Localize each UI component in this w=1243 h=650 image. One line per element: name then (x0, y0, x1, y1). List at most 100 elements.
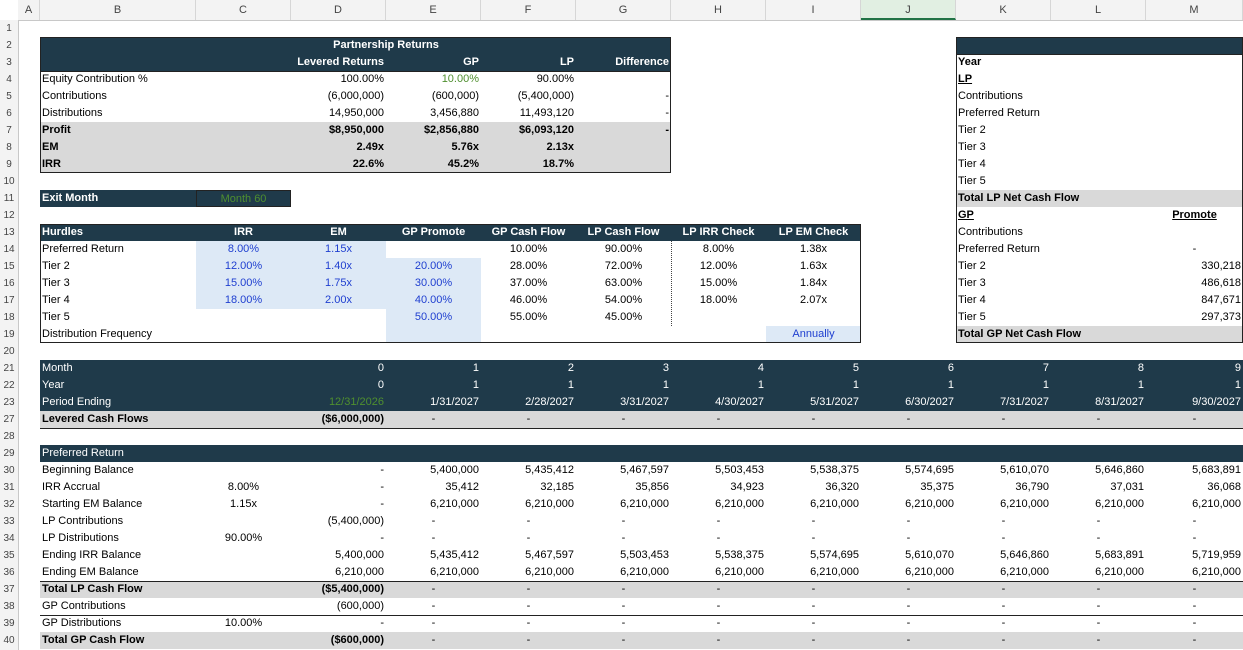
pref-value[interactable]: - (291, 615, 386, 632)
pref-value[interactable]: - (671, 632, 766, 649)
timeline-month[interactable]: 4 (671, 360, 766, 377)
pref-row-rate[interactable] (196, 547, 291, 564)
pref-value[interactable]: 6,210,000 (861, 496, 956, 513)
timeline-year[interactable]: 1 (1146, 377, 1243, 394)
timeline-month[interactable]: 9 (1146, 360, 1243, 377)
partnership-levered-value[interactable]: $8,950,000 (291, 122, 386, 139)
row-header-19[interactable]: 19 (0, 326, 18, 343)
row-header-17[interactable]: 17 (0, 292, 18, 309)
row-header-13[interactable]: 13 (0, 224, 18, 241)
levered-cash-flow-value[interactable]: - (576, 411, 671, 428)
timeline-year[interactable]: 1 (386, 377, 481, 394)
pref-row-rate[interactable]: 90.00% (196, 530, 291, 547)
partnership-row-label[interactable]: IRR (40, 156, 291, 173)
timeline-period-ending[interactable]: 2/28/2027 (481, 394, 576, 411)
pref-value[interactable]: 5,719,959 (1146, 547, 1243, 564)
exit-month-input[interactable]: Month 60 (196, 190, 291, 207)
row-header-28[interactable]: 28 (0, 428, 18, 445)
pref-value[interactable]: 5,574,695 (766, 547, 861, 564)
column-header-g[interactable]: G (576, 0, 671, 20)
hurdle-em-input[interactable]: 2.00x (291, 292, 386, 309)
pref-value[interactable]: 6,210,000 (956, 564, 1051, 581)
partnership-row-label[interactable]: Equity Contribution % (40, 71, 291, 88)
hurdle-lp-cash-flow[interactable]: 45.00% (576, 309, 671, 326)
row-header-32[interactable]: 32 (0, 496, 18, 513)
timeline-period-ending[interactable]: 6/30/2027 (861, 394, 956, 411)
hurdle-irr-input[interactable]: 12.00% (196, 258, 291, 275)
pref-value[interactable]: - (1051, 530, 1146, 547)
pref-value[interactable]: - (861, 513, 956, 530)
partnership-diff-value[interactable]: - (576, 122, 671, 139)
partnership-levered-value[interactable]: 100.00% (291, 71, 386, 88)
pref-value[interactable]: 35,856 (576, 479, 671, 496)
hurdle-lp-cash-flow[interactable]: 63.00% (576, 275, 671, 292)
timeline-period-ending[interactable]: 4/30/2027 (671, 394, 766, 411)
row-header-18[interactable]: 18 (0, 309, 18, 326)
pref-value[interactable]: - (1146, 581, 1243, 598)
pref-value[interactable]: 6,210,000 (861, 564, 956, 581)
pref-value[interactable]: 6,210,000 (576, 564, 671, 581)
hurdle-lp-em-check[interactable]: 1.63x (766, 258, 861, 275)
hurdle-lp-em-check[interactable]: 2.07x (766, 292, 861, 309)
timeline-month[interactable]: 5 (766, 360, 861, 377)
hurdle-promote-input[interactable]: 50.00% (386, 309, 481, 326)
pref-value[interactable]: - (481, 581, 576, 598)
pref-value[interactable]: - (386, 632, 481, 649)
partnership-lp-value[interactable]: 2.13x (481, 139, 576, 156)
pref-value[interactable]: - (861, 581, 956, 598)
column-header-h[interactable]: H (671, 0, 766, 20)
pref-value[interactable]: 5,538,375 (671, 547, 766, 564)
partnership-diff-value[interactable] (576, 139, 671, 156)
pref-value[interactable]: 6,210,000 (1051, 496, 1146, 513)
row-header-15[interactable]: 15 (0, 258, 18, 275)
pref-value[interactable]: - (766, 581, 861, 598)
pref-value[interactable]: - (481, 530, 576, 547)
hurdle-lp-cash-flow[interactable]: 72.00% (576, 258, 671, 275)
partnership-lp-value[interactable]: 18.7% (481, 156, 576, 173)
pref-value[interactable]: - (766, 530, 861, 547)
hurdle-promote-input[interactable]: 20.00% (386, 258, 481, 275)
timeline-month[interactable]: 3 (576, 360, 671, 377)
levered-cash-flow-value[interactable]: - (386, 411, 481, 428)
pref-value[interactable]: - (576, 598, 671, 615)
column-header-i[interactable]: I (766, 0, 861, 20)
partnership-lp-value[interactable]: (5,400,000) (481, 88, 576, 105)
partnership-lp-value[interactable]: 11,493,120 (481, 105, 576, 122)
row-header-12[interactable]: 12 (0, 207, 18, 224)
pref-value[interactable]: - (1051, 513, 1146, 530)
hurdle-promote-input[interactable] (386, 241, 481, 258)
timeline-year[interactable]: 1 (576, 377, 671, 394)
pref-value[interactable]: - (291, 462, 386, 479)
hurdle-gp-cash-flow[interactable]: 46.00% (481, 292, 576, 309)
pref-value[interactable]: - (576, 581, 671, 598)
row-header-6[interactable]: 6 (0, 105, 18, 122)
timeline-year[interactable]: 1 (766, 377, 861, 394)
hurdle-irr-input[interactable]: 15.00% (196, 275, 291, 292)
pref-value[interactable]: - (291, 479, 386, 496)
hurdle-lp-em-check[interactable]: 1.38x (766, 241, 861, 258)
pref-value[interactable]: (5,400,000) (291, 513, 386, 530)
hurdle-gp-cash-flow[interactable]: 10.00% (481, 241, 576, 258)
pref-value[interactable]: 5,646,860 (956, 547, 1051, 564)
pref-value[interactable]: 6,210,000 (671, 496, 766, 513)
pref-value[interactable]: (600,000) (291, 598, 386, 615)
row-header-36[interactable]: 36 (0, 564, 18, 581)
pref-value[interactable]: 6,210,000 (386, 496, 481, 513)
hurdle-lp-em-check[interactable] (766, 309, 861, 326)
column-header-a[interactable]: A (18, 0, 40, 20)
row-header-20[interactable]: 20 (0, 343, 18, 360)
pref-value[interactable]: - (956, 581, 1051, 598)
pref-value[interactable]: 5,646,860 (1051, 462, 1146, 479)
pref-value[interactable]: 36,790 (956, 479, 1051, 496)
timeline-year[interactable]: 1 (861, 377, 956, 394)
pref-value[interactable]: - (291, 530, 386, 547)
partnership-row-label[interactable]: Contributions (40, 88, 291, 105)
pref-value[interactable]: 34,923 (671, 479, 766, 496)
pref-value[interactable]: 5,683,891 (1146, 462, 1243, 479)
column-header-b[interactable]: B (40, 0, 196, 20)
pref-value[interactable]: 6,210,000 (1051, 564, 1146, 581)
pref-value[interactable]: 5,538,375 (766, 462, 861, 479)
pref-value[interactable]: - (956, 598, 1051, 615)
column-header-j[interactable]: J (861, 0, 956, 20)
timeline-month[interactable]: 6 (861, 360, 956, 377)
